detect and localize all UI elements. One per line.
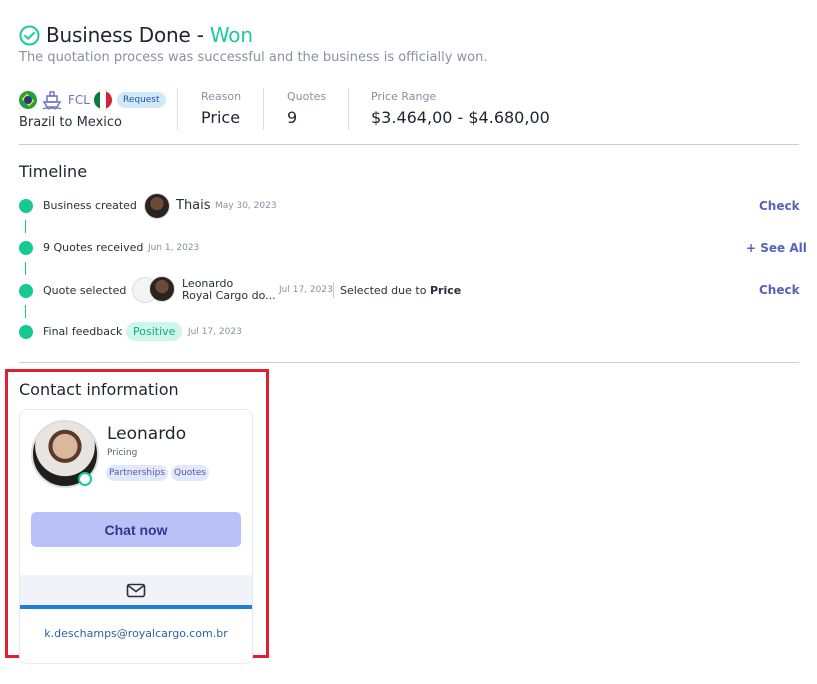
stat-label: Quotes: [287, 90, 327, 103]
timeline-dot: [19, 199, 33, 213]
timeline-connector: [25, 305, 26, 318]
timeline-date: May 30, 2023: [215, 201, 277, 211]
page-subtitle: The quotation process was successful and…: [19, 50, 488, 65]
quote-company: Royal Cargo do...: [182, 289, 276, 302]
timeline-person: Thais: [176, 198, 211, 213]
contact-title: Contact information: [19, 380, 179, 399]
timeline-label: Quote selected: [43, 284, 127, 297]
timeline-label: Business created: [43, 199, 137, 212]
section-divider: [19, 362, 799, 363]
timeline-title: Timeline: [19, 162, 88, 181]
avatar: [144, 193, 170, 219]
timeline-date: Jul 17, 2023: [279, 285, 333, 295]
tag: Partnerships: [106, 465, 169, 481]
active-tab-indicator: [20, 605, 252, 609]
page-header: Business Done - Won: [19, 22, 253, 48]
stat-reason: Reason Price: [201, 90, 241, 127]
timeline-label: 9 Quotes received: [43, 241, 144, 254]
request-badge: Request: [116, 92, 166, 108]
divider: [333, 282, 334, 298]
page-title: Business Done - Won: [46, 23, 253, 47]
contact-name: Leonardo: [107, 424, 187, 444]
mail-icon: [126, 583, 146, 597]
mexico-flag-icon: [93, 91, 112, 109]
stat-label: Reason: [201, 90, 242, 103]
check-link[interactable]: Check: [759, 199, 800, 213]
timeline-connector: [25, 220, 26, 233]
stat-price-range: Price Range $3.464,00 - $4.680,00: [371, 90, 550, 127]
section-divider: [19, 144, 799, 145]
feedback-badge: Positive: [126, 322, 183, 341]
stat-label: Price Range: [371, 90, 437, 103]
timeline-connector: [25, 262, 26, 275]
contact-role: Pricing: [107, 448, 138, 458]
quote-person: Leonardo Royal Cargo do...: [182, 278, 276, 302]
contact-email-link[interactable]: k.deschamps@royalcargo.com.br: [20, 627, 252, 640]
stat-quotes: Quotes 9: [287, 90, 326, 127]
timeline-dot: [19, 325, 33, 339]
selection-note: Selected due to Price: [340, 284, 462, 297]
timeline-date: Jul 17, 2023: [188, 327, 242, 337]
check-link[interactable]: Check: [759, 283, 800, 297]
timeline-dot: [19, 241, 33, 255]
contact-tags: Partnerships Quotes: [106, 465, 210, 481]
avatar: [149, 276, 175, 302]
online-status-icon: [78, 472, 92, 486]
stat-value: 9: [287, 108, 298, 127]
timeline-label: Final feedback: [43, 325, 123, 338]
check-circle-icon: [19, 25, 40, 45]
brazil-flag-icon: [19, 91, 37, 109]
chat-now-button[interactable]: Chat now: [31, 512, 241, 547]
status-won: Won: [209, 23, 253, 47]
divider: [177, 88, 178, 130]
ship-icon: [42, 91, 62, 110]
divider: [263, 88, 264, 130]
stat-value: Price: [201, 108, 241, 127]
see-all-link[interactable]: + See All: [746, 241, 807, 255]
stat-value: $3.464,00 - $4.680,00: [371, 108, 550, 127]
shipping-mode: FCL: [68, 93, 90, 107]
route-summary: FCL Request Brazil to Mexico: [19, 89, 169, 130]
email-tab[interactable]: [20, 575, 252, 605]
tag: Quotes: [171, 465, 210, 481]
timeline-date: Jun 1, 2023: [148, 243, 200, 253]
route-text: Brazil to Mexico: [19, 115, 122, 130]
timeline-dot: [19, 284, 33, 298]
divider: [348, 88, 349, 130]
